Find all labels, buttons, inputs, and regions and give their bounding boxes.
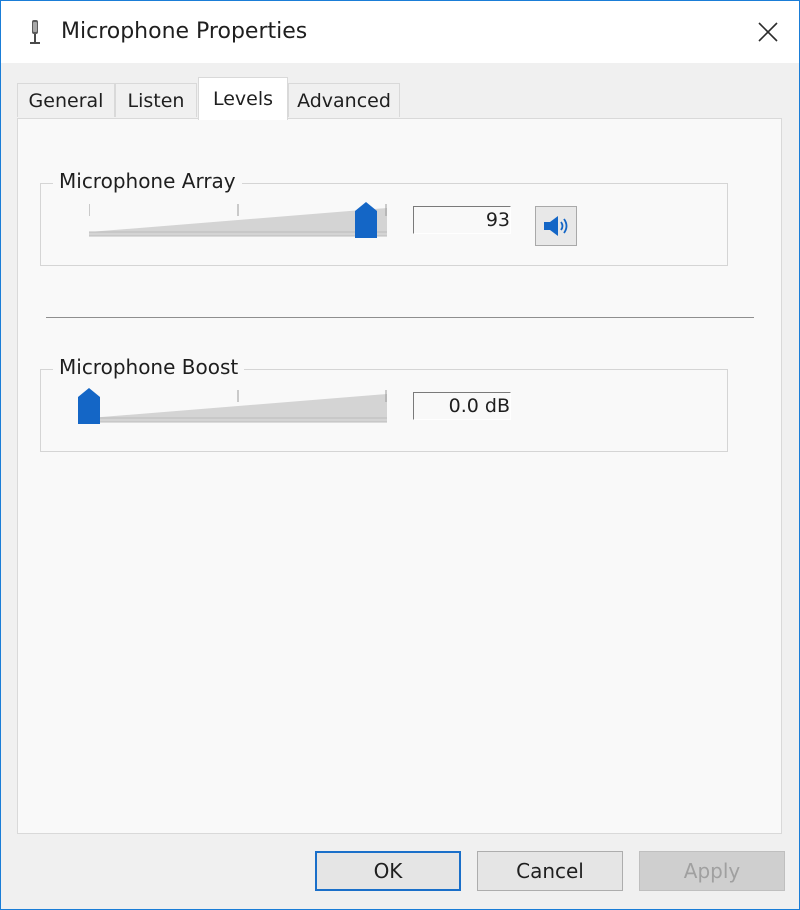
microphone-boost-group: Microphone Boost 0.0 dB xyxy=(40,355,728,452)
levels-panel: Microphone Array 93 Microphone Boost 0.0… xyxy=(17,118,782,834)
microphone-array-slider[interactable] xyxy=(89,202,387,242)
mute-button[interactable] xyxy=(535,206,577,246)
tab-general[interactable]: General xyxy=(17,83,115,117)
separator xyxy=(46,317,754,318)
microphone-array-group: Microphone Array 93 xyxy=(40,169,728,266)
microphone-boost-label: Microphone Boost xyxy=(53,355,245,379)
cancel-button[interactable]: Cancel xyxy=(477,851,623,891)
close-icon xyxy=(758,22,778,42)
close-button[interactable] xyxy=(737,1,799,63)
microphone-boost-value[interactable]: 0.0 dB xyxy=(413,392,511,420)
microphone-array-label: Microphone Array xyxy=(53,169,242,193)
slider-thumb[interactable] xyxy=(78,388,100,424)
tab-levels[interactable]: Levels xyxy=(198,77,288,120)
microphone-boost-slider[interactable] xyxy=(78,388,387,428)
tab-listen[interactable]: Listen xyxy=(115,83,197,117)
microphone-icon xyxy=(30,20,40,44)
microphone-array-value[interactable]: 93 xyxy=(413,206,511,234)
window-title: Microphone Properties xyxy=(61,19,308,44)
ok-button[interactable]: OK xyxy=(315,851,461,891)
speaker-volume-icon xyxy=(544,216,568,236)
title-bar: Microphone Properties xyxy=(1,1,799,63)
slider-track xyxy=(88,390,387,423)
apply-button[interactable]: Apply xyxy=(639,851,785,891)
slider-track xyxy=(89,204,387,237)
slider-thumb[interactable] xyxy=(355,202,378,238)
tab-advanced[interactable]: Advanced xyxy=(288,83,400,117)
microphone-properties-window: Microphone Properties General Listen Lev… xyxy=(0,0,800,910)
